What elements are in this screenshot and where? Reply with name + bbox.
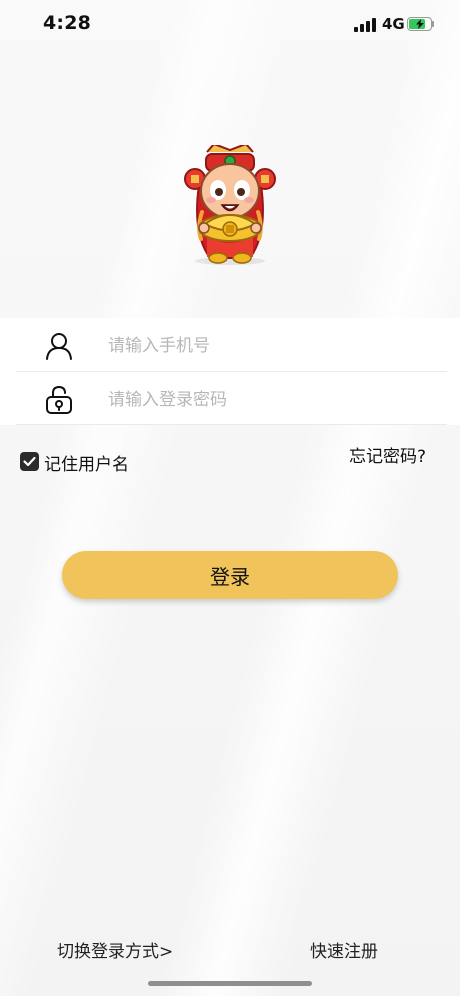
network-label: 4G (382, 15, 405, 33)
unlock-icon (46, 385, 72, 414)
password-field (16, 371, 447, 425)
signal-bar-4 (372, 18, 376, 32)
status-bar: 4:28 4G (0, 0, 460, 52)
remember-label: 记住用户名 (44, 455, 129, 475)
forgot-password-link[interactable]: 忘记密码? (349, 442, 426, 467)
home-indicator (148, 981, 312, 986)
phone-field (16, 318, 447, 371)
phone-input[interactable] (106, 328, 430, 364)
signal-icon (354, 18, 378, 32)
mascot-logo (177, 142, 283, 267)
form-divider (16, 424, 447, 425)
battery-icon (407, 17, 432, 31)
signal-bar-1 (354, 27, 358, 32)
signal-bar-2 (360, 24, 364, 32)
switch-login-method-link[interactable]: 切换登录方式> (57, 937, 173, 962)
signal-bar-3 (366, 21, 370, 32)
login-button[interactable]: 登录 (62, 551, 398, 599)
login-form (0, 318, 460, 425)
user-icon (46, 333, 72, 360)
charging-bolt-icon (416, 19, 424, 29)
battery-cap (432, 21, 434, 27)
password-input[interactable] (106, 382, 430, 418)
checkmark-icon (23, 456, 36, 467)
remember-checkbox[interactable] (20, 452, 39, 471)
status-time: 4:28 (43, 12, 92, 34)
quick-register-link[interactable]: 快速注册 (310, 937, 378, 962)
